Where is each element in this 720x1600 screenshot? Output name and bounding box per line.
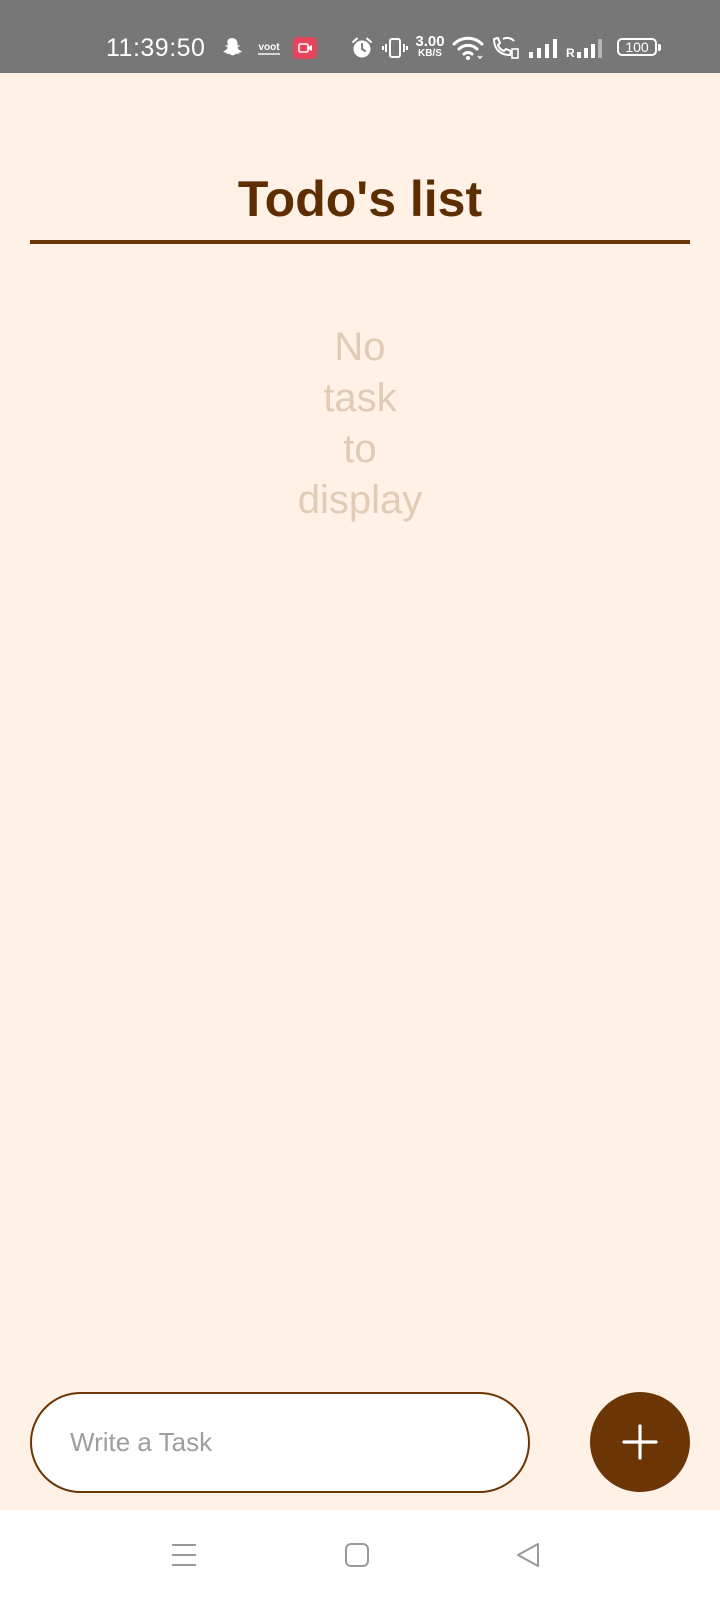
plus-icon [622, 1424, 658, 1460]
status-time: 11:39:50 [106, 34, 206, 62]
wifi-calling-icon [493, 36, 519, 59]
task-input[interactable] [30, 1392, 530, 1493]
home-button[interactable] [297, 1510, 417, 1600]
network-speed-unit: KB/S [418, 48, 442, 59]
empty-state-message: No task to display [297, 325, 423, 522]
signal-icon [529, 39, 557, 58]
alarm-icon [352, 37, 372, 58]
signal-roaming-icon [577, 39, 602, 58]
add-task-button[interactable] [590, 1392, 690, 1492]
home-icon [345, 1543, 369, 1567]
wifi-icon [452, 36, 484, 60]
voot-icon: voot [258, 42, 280, 55]
roaming-label: R [566, 46, 575, 60]
screen-record-icon [293, 37, 317, 59]
svg-text:voot: voot [258, 42, 280, 53]
network-speed: 3.00 KB/S [410, 34, 450, 59]
page-title: Todo's list [237, 171, 483, 227]
battery-icon: 100 [617, 38, 661, 56]
back-button[interactable] [468, 1510, 588, 1600]
network-speed-value: 3.00 [415, 33, 445, 50]
title-divider [30, 240, 690, 244]
snapchat-icon [223, 38, 242, 56]
status-bar: 11:39:50 voot 3.00 KB/S R 100 [0, 0, 720, 73]
back-icon [517, 1543, 539, 1567]
recents-button[interactable] [124, 1510, 244, 1600]
recents-icon [172, 1544, 196, 1566]
navigation-bar [0, 1510, 720, 1600]
vibrate-icon [382, 38, 408, 58]
